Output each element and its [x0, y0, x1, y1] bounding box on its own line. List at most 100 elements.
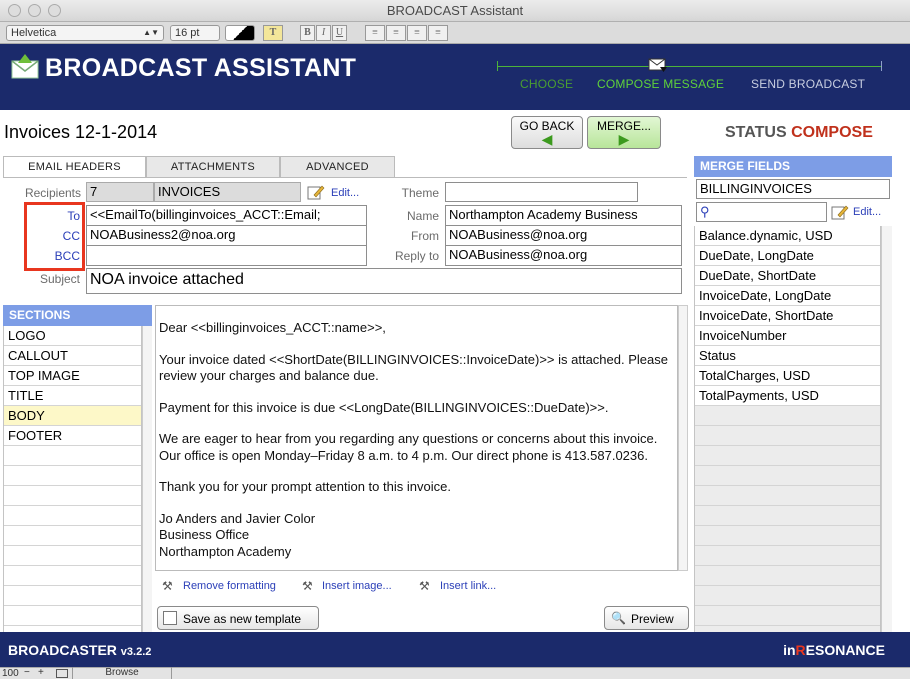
merge-field-item[interactable]: Balance.dynamic, USD — [695, 226, 880, 246]
justify-icon[interactable]: ≡ — [428, 25, 448, 41]
align-right-icon[interactable]: ≡ — [407, 25, 427, 41]
tab-attachments[interactable]: ATTACHMENTS — [146, 156, 280, 177]
merge-field-item[interactable]: DueDate, ShortDate — [695, 266, 880, 286]
merge-field-item[interactable]: InvoiceDate, ShortDate — [695, 306, 880, 326]
step-send-broadcast[interactable]: SEND BROADCAST — [751, 77, 865, 91]
insert-link-link[interactable]: Insert link... — [440, 580, 496, 592]
annotation-highlight-box — [24, 202, 85, 271]
app-footer: BROADCASTER v3.2.2 inRESONANCE — [0, 632, 910, 667]
section-item-footer[interactable]: FOOTER — [4, 426, 141, 446]
font-size-value: 16 pt — [175, 27, 200, 39]
step-choose[interactable]: CHOOSE — [520, 77, 573, 91]
bold-button[interactable]: B — [300, 25, 315, 41]
body-paragraph: We are eager to hear from you regarding … — [159, 431, 658, 463]
body-scrollbar[interactable] — [678, 305, 688, 571]
document-icon — [163, 611, 177, 625]
body-paragraph: Your invoice dated <<ShortDate(BILLINGIN… — [159, 351, 668, 384]
merge-search-field[interactable]: ⚲ — [696, 202, 827, 222]
body-paragraph: Payment for this invoice is due <<LongDa… — [159, 399, 609, 415]
zoom-in-icon[interactable]: + — [38, 667, 44, 678]
merge-field-item[interactable]: DueDate, LongDate — [695, 246, 880, 266]
section-empty-row — [4, 586, 141, 606]
subject-field[interactable]: NOA invoice attached — [86, 268, 682, 294]
bcc-field[interactable] — [86, 245, 367, 266]
edit-pencil-icon[interactable] — [831, 204, 849, 220]
section-empty-row — [4, 446, 141, 466]
signature-line: Jo Anders and Javier Color — [159, 510, 316, 526]
underline-button[interactable]: U — [332, 25, 347, 41]
format-toolbar: Helvetica ▲▼ 16 pt T B I U ≡ ≡ ≡ ≡ — [0, 22, 910, 44]
section-empty-row — [4, 606, 141, 626]
remove-formatting-link[interactable]: Remove formatting — [183, 580, 276, 592]
save-as-template-label: Save as new template — [183, 612, 302, 626]
footer-app-name: BROADCASTER v3.2.2 — [8, 642, 151, 658]
font-size-select[interactable]: 16 pt — [170, 25, 220, 41]
merge-field-item[interactable]: Status — [695, 346, 880, 366]
sections-scrollbar[interactable] — [142, 326, 152, 632]
edit-pencil-icon[interactable] — [307, 184, 325, 200]
section-empty-row — [4, 526, 141, 546]
merge-field-item[interactable]: TotalCharges, USD — [695, 366, 880, 386]
record-title: Invoices 12-1-2014 — [4, 122, 158, 142]
zoom-out-icon[interactable]: − — [24, 667, 30, 678]
progress-tick-end — [881, 61, 882, 71]
status-label: STATUS — [725, 124, 787, 141]
brand-suffix: ESONANCE — [805, 642, 885, 658]
recipients-edit-link[interactable]: Edit... — [331, 187, 359, 199]
app-title: BROADCAST ASSISTANT — [45, 54, 357, 82]
merge-table-select[interactable]: BILLINGINVOICES — [696, 179, 890, 199]
status-value: COMPOSE — [791, 124, 873, 141]
section-empty-row — [4, 486, 141, 506]
merge-fields-list: Balance.dynamic, USD DueDate, LongDate D… — [694, 226, 881, 632]
section-item-callout[interactable]: CALLOUT — [4, 346, 141, 366]
highlight-button[interactable]: T — [263, 25, 283, 41]
section-item-title[interactable]: TITLE — [4, 386, 141, 406]
section-item-top-image[interactable]: TOP IMAGE — [4, 366, 141, 386]
save-as-template-button[interactable]: Save as new template — [157, 606, 319, 630]
section-item-body[interactable]: BODY — [4, 406, 141, 426]
align-center-icon[interactable]: ≡ — [386, 25, 406, 41]
progress-tick-start — [497, 61, 498, 71]
align-left-icon[interactable]: ≡ — [365, 25, 385, 41]
app-header: BROADCAST ASSISTANT CHOOSE COMPOSE MESSA… — [0, 44, 910, 110]
merge-field-item[interactable]: TotalPayments, USD — [695, 386, 880, 406]
zoom-level[interactable]: 100 — [2, 668, 19, 679]
merge-fields-header: MERGE FIELDS — [694, 156, 892, 177]
section-empty-row — [4, 546, 141, 566]
layout-toggle-icon[interactable] — [56, 669, 68, 678]
signature-line: Northampton Academy — [159, 543, 292, 559]
tab-divider — [3, 177, 687, 178]
recipients-table: INVOICES — [154, 182, 301, 202]
font-select-value: Helvetica — [11, 27, 57, 39]
merge-edit-link[interactable]: Edit... — [853, 206, 881, 218]
merge-field-item[interactable]: InvoiceDate, LongDate — [695, 286, 880, 306]
window-titlebar: BROADCAST Assistant — [0, 0, 910, 22]
step-compose-message[interactable]: COMPOSE MESSAGE — [597, 77, 724, 91]
status-bar: 100 − + Browse — [0, 667, 910, 679]
sections-list: LOGO CALLOUT TOP IMAGE TITLE BODY FOOTER — [3, 326, 142, 632]
footer-version: v3.2.2 — [120, 646, 152, 658]
text-color-picker[interactable] — [225, 25, 255, 41]
from-field[interactable]: NOABusiness@noa.org — [445, 225, 682, 246]
italic-button[interactable]: I — [316, 25, 331, 41]
current-step-envelope-icon — [648, 58, 667, 72]
message-body-editor[interactable]: Dear <<billinginvoices_ACCT::name>>, You… — [155, 305, 678, 571]
tab-email-headers[interactable]: EMAIL HEADERS — [3, 156, 146, 177]
mode-indicator[interactable]: Browse — [72, 667, 172, 679]
section-item-logo[interactable]: LOGO — [4, 326, 141, 346]
theme-field[interactable] — [445, 182, 638, 202]
go-back-button[interactable]: GO BACK ◀ — [511, 116, 583, 149]
search-icon: ⚲ — [700, 204, 710, 219]
merge-fields-scrollbar[interactable] — [881, 226, 892, 632]
merge-button[interactable]: MERGE... ▶ — [587, 116, 661, 149]
font-select[interactable]: Helvetica ▲▼ — [6, 25, 164, 41]
merge-field-item[interactable]: InvoiceNumber — [695, 326, 880, 346]
window-title: BROADCAST Assistant — [386, 3, 524, 18]
tab-advanced[interactable]: ADVANCED — [280, 156, 395, 177]
reply-to-field[interactable]: NOABusiness@noa.org — [445, 245, 682, 266]
preview-button[interactable]: 🔍 Preview — [604, 606, 689, 630]
to-field[interactable]: <<EmailTo(billinginvoices_ACCT::Email; — [86, 205, 367, 226]
cc-field[interactable]: NOABusiness2@noa.org — [86, 225, 367, 246]
insert-image-link[interactable]: Insert image... — [322, 580, 392, 592]
name-field[interactable]: Northampton Academy Business — [445, 205, 682, 226]
